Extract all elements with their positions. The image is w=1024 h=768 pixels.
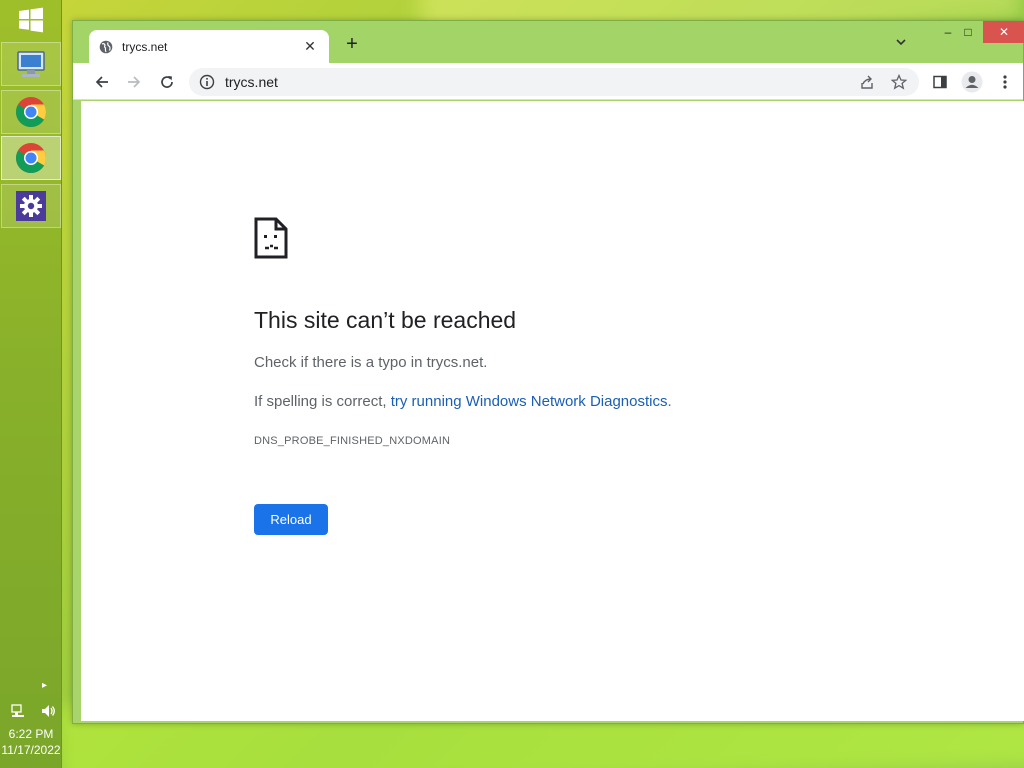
show-hidden-icons-icon[interactable]: ▸	[42, 680, 47, 691]
taskbar-item-chrome-active[interactable]	[1, 136, 61, 180]
volume-icon[interactable]	[40, 703, 56, 724]
browser-toolbar: trycs.net	[73, 63, 1023, 100]
tab-title: trycs.net	[122, 39, 168, 54]
clock-date: 11/17/2022	[1, 743, 61, 757]
arrow-right-icon	[128, 76, 141, 88]
info-icon[interactable]	[199, 74, 215, 90]
clock-time: 6:22 PM	[8, 727, 54, 741]
close-button[interactable]: ✕	[983, 21, 1024, 43]
error-title: This site can’t be reached	[254, 307, 517, 333]
share-icon[interactable]	[859, 68, 875, 96]
taskbar-item-computer[interactable]	[1, 42, 61, 86]
address-bar[interactable]: trycs.net	[189, 68, 919, 96]
error-hint-typo: Check if there is a typo in trycs.net.	[254, 354, 488, 371]
maximize-button[interactable]: □	[953, 21, 983, 43]
tab-search-chevron-icon[interactable]	[895, 35, 907, 51]
error-hint-prefix: If spelling is correct,	[254, 393, 391, 410]
browser-window: trycs.net ✕ + – □ ✕ trycs.net This site …	[72, 20, 1024, 724]
clock[interactable]: 6:22 PM 11/17/2022	[0, 726, 62, 758]
reload-button[interactable]: Reload	[254, 504, 328, 535]
bookmark-star-icon[interactable]	[891, 68, 907, 96]
reload-page-button[interactable]	[155, 70, 179, 94]
page-content: This site can’t be reached Check if ther…	[81, 101, 1024, 721]
side-panel-icon	[933, 75, 947, 89]
more-vert-icon	[1003, 75, 1007, 89]
arrow-left-icon	[95, 76, 108, 88]
chrome-icon	[16, 143, 46, 174]
windows-logo-icon	[19, 7, 43, 33]
back-button[interactable]	[90, 70, 114, 94]
refresh-icon	[161, 76, 173, 88]
taskbar-item-settings[interactable]	[1, 184, 61, 228]
globe-icon	[99, 40, 113, 53]
settings-icon	[16, 191, 46, 221]
taskbar-item-chrome[interactable]	[1, 90, 61, 134]
diagnostics-link[interactable]: try running Windows Network Diagnostics	[391, 393, 668, 410]
tab-close-button[interactable]: ✕	[301, 38, 319, 55]
tab-active[interactable]: trycs.net ✕	[89, 30, 329, 63]
sad-page-icon	[254, 217, 288, 264]
computer-icon	[17, 51, 45, 77]
address-text: trycs.net	[225, 74, 278, 90]
profile-button[interactable]	[960, 70, 984, 94]
new-tab-button[interactable]: +	[341, 34, 363, 56]
taskbar: ▸ 6:22 PM 11/17/2022	[0, 0, 62, 768]
error-hint-suffix: .	[667, 393, 672, 410]
forward-button[interactable]	[122, 70, 146, 94]
error-hint-diagnostics: If spelling is correct, try running Wind…	[254, 393, 672, 410]
side-panel-button[interactable]	[928, 70, 952, 94]
start-button[interactable]	[0, 0, 62, 40]
error-code: DNS_PROBE_FINISHED_NXDOMAIN	[254, 435, 451, 447]
menu-button[interactable]	[993, 70, 1017, 94]
chrome-icon	[16, 97, 46, 128]
network-icon[interactable]	[10, 703, 26, 724]
title-bar: trycs.net ✕ + – □ ✕	[73, 21, 1024, 63]
avatar-icon	[961, 71, 983, 93]
